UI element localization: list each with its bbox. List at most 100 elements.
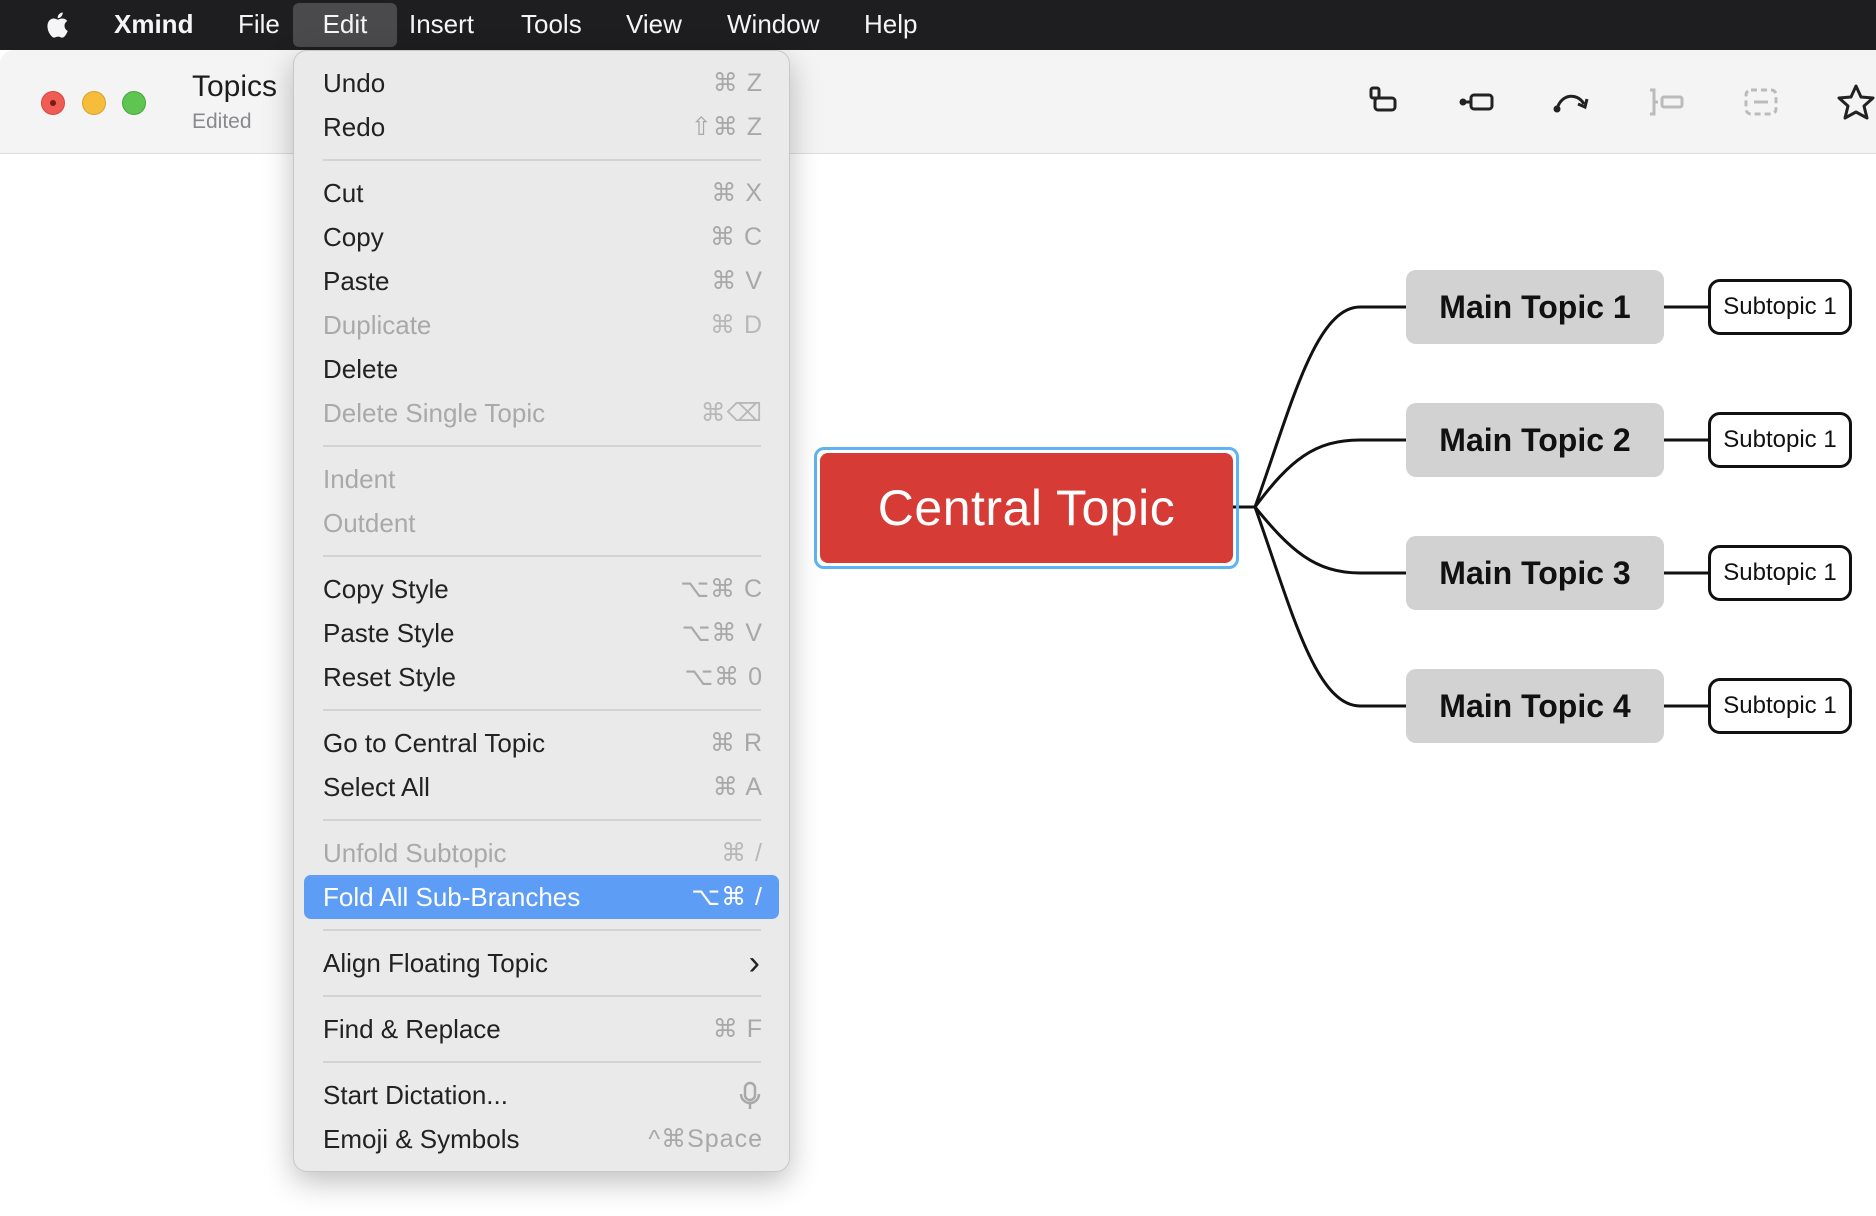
menu-item-label: Paste xyxy=(323,266,390,296)
menu-item-cut[interactable]: Cut ⌘ X xyxy=(304,171,779,215)
microphone-icon xyxy=(739,1081,761,1109)
menu-item-start-dictation[interactable]: Start Dictation... xyxy=(304,1073,779,1117)
menu-item-label: Delete xyxy=(323,354,399,384)
menu-item-label: Redo xyxy=(323,112,386,142)
menu-item-shortcut: ⌘ F xyxy=(712,1015,763,1043)
menu-item-shortcut: ⌘ V xyxy=(711,267,763,295)
menu-item-shortcut: ⌥⌘ V xyxy=(681,619,763,647)
chevron-right-icon: › xyxy=(748,944,761,982)
menu-item-align-floating-topic[interactable]: Align Floating Topic › xyxy=(304,941,779,985)
menu-item-shortcut: ⌥⌘ / xyxy=(691,883,763,911)
menu-item-label: Fold All Sub-Branches xyxy=(323,882,581,912)
menubar-help[interactable]: Help xyxy=(848,0,933,50)
menu-separator xyxy=(323,709,761,711)
menu-item-label: Copy xyxy=(323,222,384,252)
menubar-view[interactable]: View xyxy=(610,0,698,50)
menu-item-label: Select All xyxy=(323,772,430,802)
menu-item-copy[interactable]: Copy ⌘ C xyxy=(304,215,779,259)
central-topic[interactable]: Central Topic xyxy=(820,453,1233,563)
menu-item-shortcut: ⌘ R xyxy=(710,729,763,757)
menu-separator xyxy=(323,819,761,821)
menu-item-label: Align Floating Topic xyxy=(323,948,548,978)
menu-item-shortcut: ⌘⌫ xyxy=(700,399,763,427)
menu-item-unfold-subtopic: Unfold Subtopic ⌘ / xyxy=(304,831,779,875)
menu-separator xyxy=(323,159,761,161)
menu-item-shortcut: ⌘ A xyxy=(712,773,763,801)
boundary-icon xyxy=(1650,88,1684,116)
minimize-button[interactable] xyxy=(82,91,106,115)
menu-item-duplicate: Duplicate ⌘ D xyxy=(304,303,779,347)
relationship-icon[interactable] xyxy=(1549,80,1593,124)
menu-item-paste[interactable]: Paste ⌘ V xyxy=(304,259,779,303)
menu-item-shortcut: ⌥⌘ 0 xyxy=(684,663,763,691)
menu-item-label: Duplicate xyxy=(323,310,432,340)
menu-item-emoji-symbols[interactable]: Emoji & Symbols ^⌘Space xyxy=(304,1117,779,1161)
menu-item-shortcut: ⌘ / xyxy=(721,839,763,867)
subtopic-2[interactable]: Subtopic 1 xyxy=(1708,412,1852,468)
menu-item-select-all[interactable]: Select All ⌘ A xyxy=(304,765,779,809)
menu-separator xyxy=(323,1061,761,1063)
menu-item-undo[interactable]: Undo ⌘ Z xyxy=(304,61,779,105)
subtopic-3[interactable]: Subtopic 1 xyxy=(1708,545,1852,601)
menu-item-shortcut: ⌥⌘ C xyxy=(680,575,763,603)
menu-item-shortcut: ⇧⌘ Z xyxy=(690,113,763,141)
zoom-button[interactable] xyxy=(122,91,146,115)
menu-item-find-replace[interactable]: Find & Replace ⌘ F xyxy=(304,1007,779,1051)
menu-item-label: Paste Style xyxy=(323,618,455,648)
main-topic-4[interactable]: Main Topic 4 xyxy=(1406,669,1664,743)
menu-bar: Xmind File Edit Insert Tools View Window… xyxy=(0,0,1876,50)
menu-item-redo[interactable]: Redo ⇧⌘ Z xyxy=(304,105,779,149)
menu-item-label: Delete Single Topic xyxy=(323,398,546,428)
document-status: Edited xyxy=(192,110,252,133)
subtopic-1[interactable]: Subtopic 1 xyxy=(1708,279,1852,335)
menu-item-paste-style[interactable]: Paste Style ⌥⌘ V xyxy=(304,611,779,655)
summary-icon xyxy=(1744,88,1778,116)
marker-icon[interactable] xyxy=(1834,80,1876,124)
menu-item-label: Find & Replace xyxy=(323,1014,501,1044)
menu-item-label: Reset Style xyxy=(323,662,456,692)
subtopic-icon[interactable] xyxy=(1455,80,1499,124)
app-window: Topics Edited Central Topic Main Topic 1… xyxy=(0,50,1876,1216)
menu-item-shortcut: ⌘ C xyxy=(710,223,763,251)
apple-icon[interactable] xyxy=(43,9,75,41)
menu-item-outdent: Outdent xyxy=(304,501,779,545)
menu-item-label: Cut xyxy=(323,178,364,208)
menubar-window[interactable]: Window xyxy=(711,0,835,50)
menu-item-label: Undo xyxy=(323,68,386,98)
menu-separator xyxy=(323,555,761,557)
close-button[interactable] xyxy=(41,91,65,115)
main-topic-3[interactable]: Main Topic 3 xyxy=(1406,536,1664,610)
menu-item-shortcut: ⌘ Z xyxy=(712,69,763,97)
menubar-app-name[interactable]: Xmind xyxy=(98,0,209,50)
menu-item-label: Copy Style xyxy=(323,574,449,604)
menu-item-go-to-central-topic[interactable]: Go to Central Topic ⌘ R xyxy=(304,721,779,765)
subtopic-4[interactable]: Subtopic 1 xyxy=(1708,678,1852,734)
menubar-file[interactable]: File xyxy=(222,0,296,50)
menu-item-copy-style[interactable]: Copy Style ⌥⌘ C xyxy=(304,567,779,611)
menu-item-label: Go to Central Topic xyxy=(323,728,546,758)
menu-item-delete-single-topic: Delete Single Topic ⌘⌫ xyxy=(304,391,779,435)
menu-separator xyxy=(323,995,761,997)
document-title: Topics xyxy=(192,70,278,103)
edit-menu: Undo ⌘ Z Redo ⇧⌘ Z Cut ⌘ X Copy ⌘ C Past… xyxy=(293,50,790,1172)
menubar-tools[interactable]: Tools xyxy=(505,0,598,50)
title-bar: Topics Edited xyxy=(0,50,1876,154)
menu-item-label: Outdent xyxy=(323,508,416,538)
menu-item-reset-style[interactable]: Reset Style ⌥⌘ 0 xyxy=(304,655,779,699)
menu-item-indent: Indent xyxy=(304,457,779,501)
menu-separator xyxy=(323,929,761,931)
menu-item-shortcut: ^⌘Space xyxy=(648,1125,763,1153)
menu-item-shortcut: ⌘ X xyxy=(711,179,763,207)
menu-item-delete[interactable]: Delete xyxy=(304,347,779,391)
menu-item-shortcut: ⌘ D xyxy=(710,311,763,339)
menubar-insert[interactable]: Insert xyxy=(393,0,490,50)
main-topic-1[interactable]: Main Topic 1 xyxy=(1406,270,1664,344)
menu-item-label: Start Dictation... xyxy=(323,1080,508,1110)
main-topic-2[interactable]: Main Topic 2 xyxy=(1406,403,1664,477)
menu-separator xyxy=(323,445,761,447)
menu-item-fold-all-sub-branches[interactable]: Fold All Sub-Branches ⌥⌘ / xyxy=(304,875,779,919)
mindmap-canvas[interactable]: Central Topic Main Topic 1 Main Topic 2 … xyxy=(0,155,1876,1216)
menu-item-label: Unfold Subtopic xyxy=(323,838,507,868)
menubar-edit[interactable]: Edit xyxy=(293,3,397,47)
topic-icon[interactable] xyxy=(1360,80,1404,124)
